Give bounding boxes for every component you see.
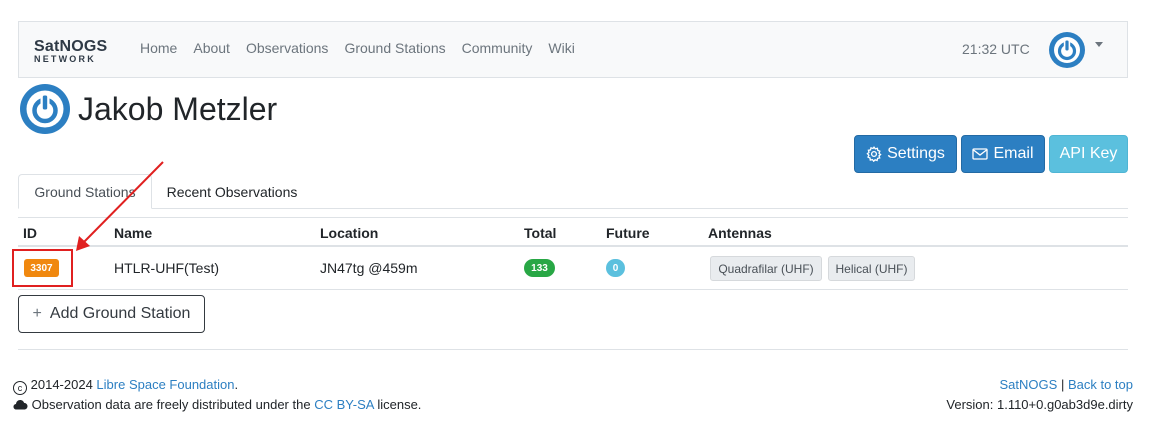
cc-by-sa-link[interactable]: CC BY-SA (314, 397, 374, 412)
copyright-period: . (234, 377, 239, 392)
antenna-badge: Helical (UHF) (828, 256, 915, 281)
envelope-icon (972, 147, 989, 161)
add-ground-station-button[interactable]: + Add Ground Station (18, 295, 205, 333)
chevron-down-icon[interactable] (1095, 42, 1103, 47)
brand-name: SatNOGS (34, 38, 108, 55)
copyright-years: 2014-2024 (30, 377, 93, 392)
settings-button-label: Settings (887, 145, 945, 162)
column-header-total: Total (524, 225, 557, 241)
add-ground-station-label: Add Ground Station (49, 305, 191, 322)
settings-button[interactable]: Settings (854, 135, 957, 173)
nav-link-ground-stations[interactable]: Ground Stations (344, 40, 445, 56)
footer-copyright: c 2014-2024 Libre Space Foundation. (13, 377, 238, 395)
page-title: Jakob Metzler (78, 91, 278, 127)
cloud-icon (13, 397, 32, 412)
satnogs-link[interactable]: SatNOGS (1000, 377, 1058, 392)
footer-separator: | (1060, 377, 1065, 392)
brand-subtitle: NETWORK (34, 54, 96, 64)
column-header-name: Name (114, 225, 153, 241)
top-navbar: SatNOGS NETWORK Home About Observations … (18, 21, 1128, 78)
column-header-antennas: Antennas (708, 225, 772, 241)
satnogs-logo[interactable]: SatNOGS NETWORK (34, 39, 118, 65)
station-name: HTLR-UHF(Test) (114, 260, 219, 276)
version-label: Version: 1.110+0.g0ab3d9e.dirty (946, 397, 1133, 412)
footer-divider (18, 349, 1128, 350)
email-button-label: Email (993, 145, 1034, 162)
station-location: JN47tg @459m (320, 260, 418, 276)
api-key-button-label: API Key (1059, 145, 1118, 162)
future-observations-badge: 0 (606, 259, 625, 277)
utc-clock: 21:32 UTC (962, 41, 1030, 57)
nav-links: Home About Observations Ground Stations … (140, 40, 575, 56)
api-key-button[interactable]: API Key (1049, 135, 1128, 173)
table-row: 3307 HTLR-UHF(Test) JN47tg @459m 133 0 Q… (18, 247, 1128, 290)
total-observations-badge: 133 (524, 259, 555, 277)
back-to-top-link[interactable]: Back to top (1068, 377, 1133, 392)
footer-links: SatNOGS | Back to top (1000, 377, 1133, 393)
antenna-badge: Quadrafilar (UHF) (710, 256, 822, 281)
nav-link-observations[interactable]: Observations (246, 40, 328, 56)
plus-icon: + (32, 305, 42, 322)
footer-license: Observation data are freely distributed … (13, 397, 421, 413)
nav-link-home[interactable]: Home (140, 40, 177, 56)
gear-icon (866, 146, 882, 162)
email-button[interactable]: Email (961, 135, 1045, 173)
column-header-id: ID (23, 225, 37, 241)
tab-ground-stations[interactable]: Ground Stations (18, 174, 152, 209)
nav-link-wiki[interactable]: Wiki (548, 40, 574, 56)
copyright-icon: c (13, 381, 27, 395)
user-menu-power-icon[interactable] (1049, 32, 1085, 68)
table-header: ID Name Location Total Future Antennas (18, 217, 1128, 247)
profile-power-icon (20, 84, 70, 134)
nav-link-community[interactable]: Community (462, 40, 533, 56)
libre-space-foundation-link[interactable]: Libre Space Foundation (96, 377, 234, 392)
column-header-location: Location (320, 225, 379, 241)
highlight-box (12, 249, 73, 287)
license-text: Observation data are freely distributed … (31, 397, 311, 412)
license-suffix: license. (377, 397, 422, 412)
column-header-future: Future (606, 225, 650, 241)
nav-link-about[interactable]: About (193, 40, 230, 56)
tab-recent-observations[interactable]: Recent Observations (156, 174, 308, 209)
